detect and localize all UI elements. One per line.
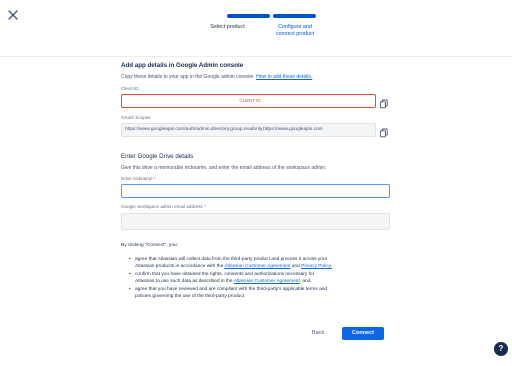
consent-list: agree that Atlassian will collect data f… bbox=[125, 256, 397, 300]
admin-description-text: Copy these details to your app in the Go… bbox=[121, 74, 255, 80]
customer-agreement-link[interactable]: Atlassian Customer Agreement bbox=[224, 264, 290, 269]
copy-icon-glyph bbox=[379, 99, 388, 109]
connect-button[interactable]: Connect bbox=[342, 327, 384, 340]
copy-icon[interactable] bbox=[379, 96, 389, 109]
step-label-configure-line1: Configure and bbox=[278, 24, 312, 30]
drive-nickname-label: Drive nickname * bbox=[121, 176, 156, 181]
consent-item-data-line2: Atlassian products in accordance with th… bbox=[135, 263, 397, 270]
page: Select product Configure and connect pro… bbox=[0, 0, 512, 366]
close-icon-glyph bbox=[8, 10, 18, 20]
consent-item-rights-prefix: Atlassian to use such data as described … bbox=[135, 279, 233, 284]
customer-agreement-link-2[interactable]: Atlassian Customer Agreement bbox=[234, 279, 300, 284]
top-bar: Select product Configure and connect pro… bbox=[0, 0, 512, 57]
consent-item-data-prefix: Atlassian products in accordance with th… bbox=[135, 264, 224, 269]
close-icon[interactable] bbox=[6, 9, 20, 23]
admin-email-label: Google workspace admin email address * bbox=[121, 204, 206, 209]
oauth-scopes-label: OAuth Scopes bbox=[121, 115, 151, 120]
how-to-add-link[interactable]: How to add these details. bbox=[256, 74, 312, 80]
back-button[interactable]: Back bbox=[312, 330, 324, 336]
help-button[interactable]: ? bbox=[494, 342, 508, 356]
consent-intro: By clicking "Connect", you: bbox=[121, 243, 178, 248]
admin-section-title: Add app details in Google Admin console bbox=[121, 62, 244, 69]
drive-section-title: Enter Google Drive details bbox=[121, 153, 194, 160]
oauth-scopes-value: https://www.googleapis.com/auth/admin.di… bbox=[125, 127, 323, 132]
client-id-field[interactable]: CLIENT ID bbox=[121, 94, 376, 108]
client-id-label: Client ID bbox=[121, 86, 139, 91]
oauth-scopes-field[interactable]: https://www.googleapis.com/auth/admin.di… bbox=[121, 123, 376, 137]
copy-icon-glyph bbox=[379, 128, 388, 138]
consent-item-terms-line2: policies governing the use of the third-… bbox=[135, 294, 246, 299]
admin-email-input[interactable] bbox=[121, 213, 390, 230]
step-label-select-product[interactable]: Select product bbox=[204, 24, 251, 31]
drive-section-description: Give this drive a memorable nickname, an… bbox=[121, 165, 327, 171]
step-label-select-product-text: Select product bbox=[210, 24, 245, 30]
step-label-configure-line2: connect product bbox=[275, 31, 315, 37]
help-icon: ? bbox=[498, 344, 504, 353]
consent-item-rights-line2: Atlassian to use such data as described … bbox=[135, 278, 397, 285]
client-id-value: CLIENT ID bbox=[239, 98, 261, 103]
consent-and-text: and bbox=[291, 264, 300, 269]
step-progress-select-product bbox=[227, 14, 270, 18]
drive-nickname-input[interactable] bbox=[121, 184, 390, 198]
admin-section-description: Copy these details to your app in the Go… bbox=[121, 74, 312, 80]
step-label-configure: Configure and connect product bbox=[268, 24, 322, 38]
consent-item-terms: agree that you have reviewed and are com… bbox=[125, 286, 397, 300]
consent-item-rights-suffix: , and bbox=[299, 279, 311, 284]
consent-item-data-line1: agree that Atlassian will collect data f… bbox=[135, 257, 328, 262]
consent-item-rights-line1: confirm that you have obtained the right… bbox=[135, 272, 315, 277]
privacy-policy-link[interactable]: Privacy Policy. bbox=[301, 264, 332, 269]
step-progress-configure bbox=[273, 14, 316, 18]
consent-item-terms-line1: agree that you have reviewed and are com… bbox=[135, 287, 328, 292]
consent-item-data: agree that Atlassian will collect data f… bbox=[125, 256, 397, 270]
copy-icon[interactable] bbox=[379, 125, 389, 138]
consent-item-rights: confirm that you have obtained the right… bbox=[125, 271, 397, 285]
